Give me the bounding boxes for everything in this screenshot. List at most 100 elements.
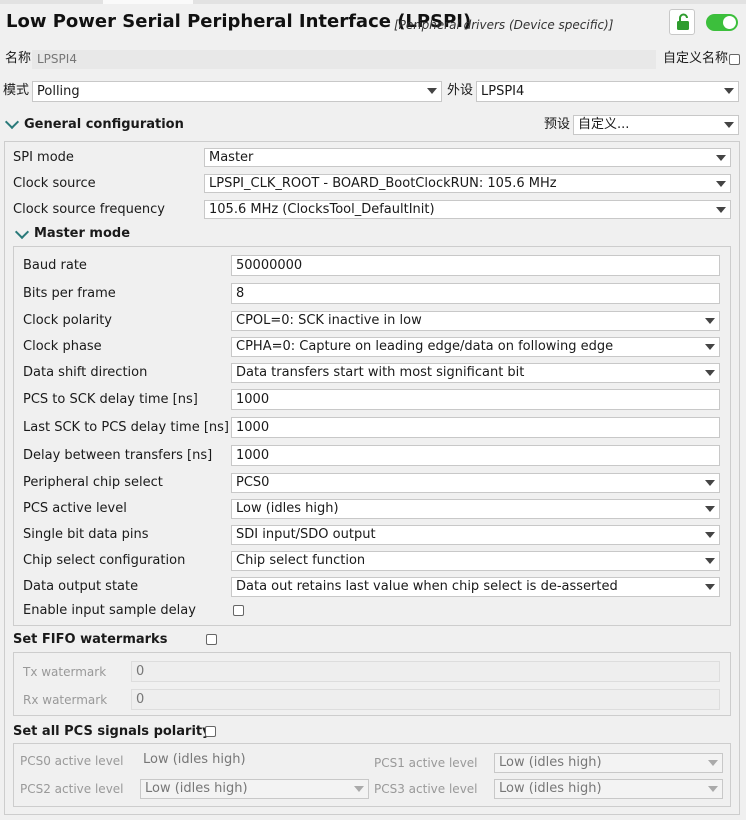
pcs-polarity-title: Set all PCS signals polarity bbox=[13, 724, 211, 739]
peripheral-select[interactable]: LPSPI4 bbox=[476, 81, 739, 102]
peripheral-cs-label: Peripheral chip select bbox=[23, 475, 163, 490]
enable-toggle[interactable] bbox=[706, 14, 738, 31]
chevron-down-icon bbox=[427, 88, 437, 94]
input-sample-delay-label: Enable input sample delay bbox=[23, 603, 196, 618]
data-output-state-label: Data output state bbox=[23, 579, 139, 594]
peripheral-label: 外设 bbox=[447, 83, 474, 98]
rx-watermark-input[interactable]: 0 bbox=[131, 689, 720, 710]
preset-label: 预设 bbox=[544, 117, 571, 132]
tx-watermark-input[interactable]: 0 bbox=[131, 661, 720, 682]
clock-phase-select[interactable]: CPHA=0: Capture on leading edge/data on … bbox=[231, 337, 720, 357]
clock-freq-label: Clock source frequency bbox=[13, 202, 165, 217]
pcs1-value: Low (idles high) bbox=[499, 755, 602, 770]
pcs1-label: PCS1 active level bbox=[374, 756, 478, 770]
preset-select[interactable]: 自定义... bbox=[573, 115, 739, 135]
last-sck-to-pcs-label: Last SCK to PCS delay time [ns] bbox=[23, 420, 229, 435]
spi-mode-select[interactable]: Master bbox=[204, 148, 731, 167]
single-bit-pins-label: Single bit data pins bbox=[23, 527, 149, 542]
baud-rate-label: Baud rate bbox=[23, 258, 87, 273]
clock-freq-select[interactable]: 105.6 MHz (ClocksTool_DefaultInit) bbox=[204, 200, 731, 219]
mode-label: 模式 bbox=[3, 83, 30, 98]
chevron-down-icon bbox=[724, 88, 734, 94]
pcs-active-level-label: PCS active level bbox=[23, 501, 127, 516]
chevron-down-icon bbox=[708, 786, 718, 792]
pcs3-label: PCS3 active level bbox=[374, 782, 478, 796]
name-label: 名称 bbox=[5, 51, 32, 66]
baud-rate-input[interactable]: 50000000 bbox=[231, 255, 720, 276]
chevron-down-icon bbox=[705, 584, 715, 590]
bits-per-frame-input[interactable]: 8 bbox=[231, 283, 720, 304]
chevron-down-icon bbox=[724, 122, 734, 128]
rx-watermark-label: Rx watermark bbox=[23, 693, 108, 707]
cs-config-label: Chip select configuration bbox=[23, 553, 186, 568]
between-transfers-label: Delay between transfers [ns] bbox=[23, 448, 213, 463]
spi-mode-label: SPI mode bbox=[13, 150, 74, 165]
chevron-down-icon bbox=[708, 760, 718, 766]
data-shift-select[interactable]: Data transfers start with most significa… bbox=[231, 363, 720, 383]
active-tab[interactable] bbox=[103, 0, 193, 4]
input-sample-delay-checkbox[interactable] bbox=[233, 605, 244, 616]
fifo-checkbox[interactable] bbox=[206, 634, 217, 645]
fifo-title: Set FIFO watermarks bbox=[13, 632, 168, 647]
chevron-down-icon bbox=[716, 207, 726, 213]
single-bit-pins-value: SDI input/SDO output bbox=[236, 527, 376, 542]
preset-value: 自定义... bbox=[578, 117, 630, 132]
peripheral-cs-select[interactable]: PCS0 bbox=[231, 473, 720, 493]
chevron-down-icon bbox=[705, 480, 715, 486]
single-bit-pins-select[interactable]: SDI input/SDO output bbox=[231, 525, 720, 545]
pcs2-select[interactable]: Low (idles high) bbox=[140, 779, 369, 799]
unlock-icon bbox=[677, 13, 689, 30]
chevron-down-icon bbox=[705, 506, 715, 512]
tab-strip bbox=[0, 0, 746, 4]
cs-config-select[interactable]: Chip select function bbox=[231, 551, 720, 571]
data-shift-label: Data shift direction bbox=[23, 365, 148, 380]
mode-value: Polling bbox=[37, 84, 80, 99]
pcs1-select[interactable]: Low (idles high) bbox=[494, 753, 723, 773]
custom-name-checkbox[interactable] bbox=[729, 54, 740, 65]
chevron-down-icon bbox=[716, 181, 726, 187]
peripheral-cs-value: PCS0 bbox=[236, 475, 270, 490]
cs-config-value: Chip select function bbox=[236, 553, 366, 568]
chevron-down-icon bbox=[705, 532, 715, 538]
pcs2-value: Low (idles high) bbox=[145, 781, 248, 796]
lock-button[interactable] bbox=[669, 9, 695, 35]
clock-source-label: Clock source bbox=[13, 176, 96, 191]
master-mode-title: Master mode bbox=[34, 226, 131, 241]
bits-per-frame-label: Bits per frame bbox=[23, 286, 116, 301]
pcs3-select[interactable]: Low (idles high) bbox=[494, 779, 723, 799]
clock-polarity-label: Clock polarity bbox=[23, 313, 112, 328]
clock-polarity-select[interactable]: CPOL=0: SCK inactive in low bbox=[231, 311, 720, 331]
chevron-down-icon bbox=[705, 318, 715, 324]
peripheral-value: LPSPI4 bbox=[481, 84, 525, 99]
name-field: LPSPI4 bbox=[32, 50, 656, 69]
toggle-knob bbox=[723, 16, 736, 29]
clock-phase-label: Clock phase bbox=[23, 339, 102, 354]
last-sck-to-pcs-input[interactable]: 1000 bbox=[231, 417, 720, 438]
clock-source-select[interactable]: LPSPI_CLK_ROOT - BOARD_BootClockRUN: 105… bbox=[204, 174, 731, 193]
pcs-polarity-checkbox[interactable] bbox=[205, 726, 216, 737]
general-config-title: General configuration bbox=[24, 117, 184, 132]
chevron-down-icon bbox=[705, 370, 715, 376]
chevron-down-icon bbox=[705, 344, 715, 350]
custom-name-label: 自定义名称 bbox=[663, 51, 729, 66]
spi-mode-value: Master bbox=[209, 150, 254, 165]
between-transfers-input[interactable]: 1000 bbox=[231, 445, 720, 466]
chevron-down-icon bbox=[354, 786, 364, 792]
pcs0-value: Low (idles high) bbox=[143, 752, 246, 767]
pcs-to-sck-label: PCS to SCK delay time [ns] bbox=[23, 392, 198, 407]
pcs-active-level-value: Low (idles high) bbox=[236, 501, 339, 516]
pcs-active-level-select[interactable]: Low (idles high) bbox=[231, 499, 720, 519]
mode-select[interactable]: Polling bbox=[32, 81, 442, 102]
pcs0-label: PCS0 active level bbox=[20, 754, 124, 768]
pcs-to-sck-input[interactable]: 1000 bbox=[231, 389, 720, 410]
clock-phase-value: CPHA=0: Capture on leading edge/data on … bbox=[236, 339, 614, 354]
data-output-state-select[interactable]: Data out retains last value when chip se… bbox=[231, 577, 720, 597]
clock-freq-value: 105.6 MHz (ClocksTool_DefaultInit) bbox=[209, 202, 435, 217]
page-subtitle: [Peripheral drivers (Device specific)] bbox=[394, 18, 614, 32]
collapse-general-icon[interactable] bbox=[4, 114, 20, 130]
pcs3-value: Low (idles high) bbox=[499, 781, 602, 796]
data-shift-value: Data transfers start with most significa… bbox=[236, 365, 525, 380]
pcs2-label: PCS2 active level bbox=[20, 782, 124, 796]
tx-watermark-label: Tx watermark bbox=[23, 665, 107, 679]
data-output-state-value: Data out retains last value when chip se… bbox=[236, 579, 618, 594]
